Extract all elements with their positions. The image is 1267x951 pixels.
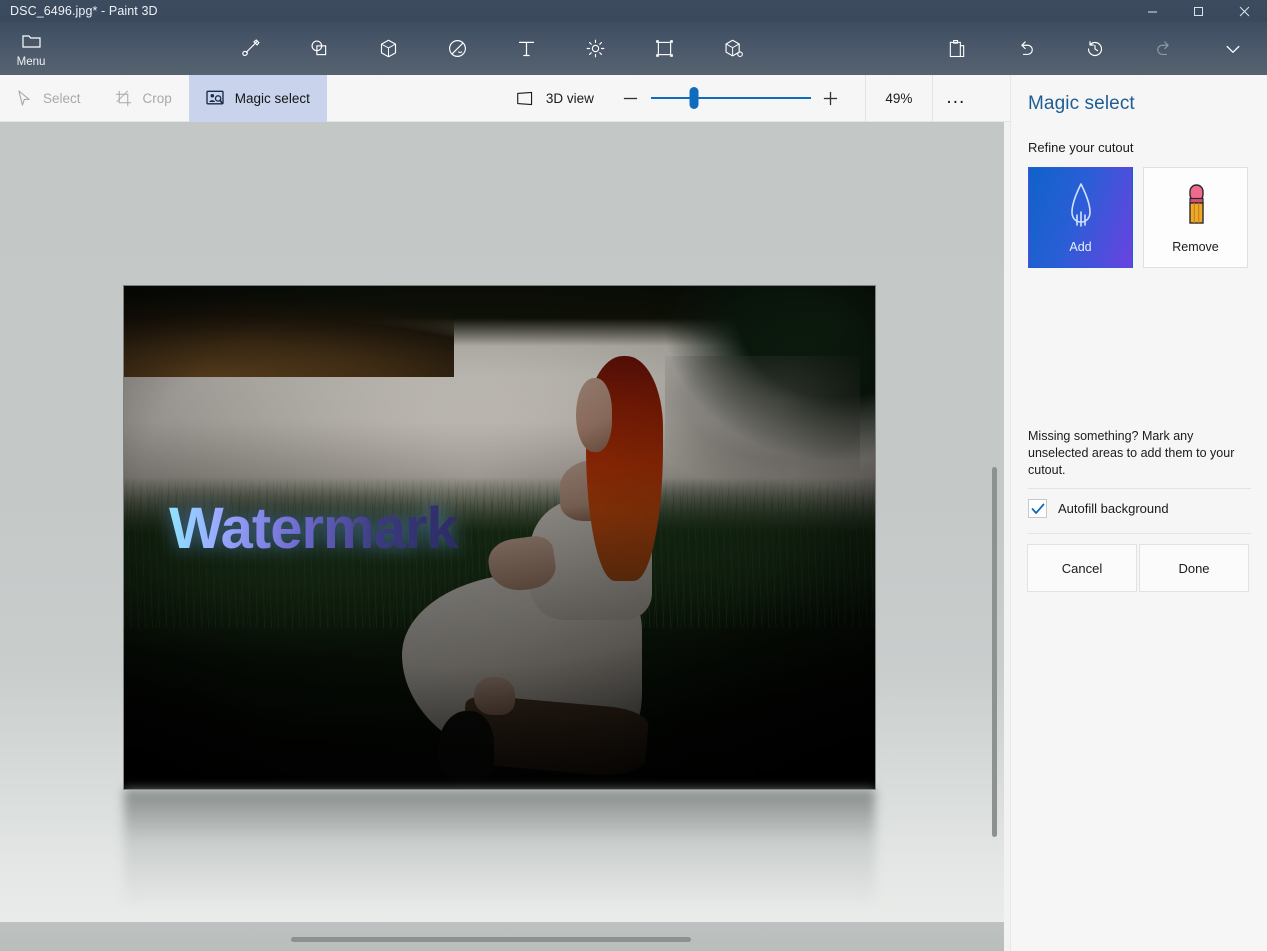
vertical-scrollbar[interactable] xyxy=(986,244,1004,951)
window-controls xyxy=(1129,0,1267,22)
remove-tool-label: Remove xyxy=(1172,240,1219,254)
pen-icon xyxy=(1064,181,1098,234)
chevron-down-icon[interactable] xyxy=(1198,22,1267,75)
canvas-container: Watermark xyxy=(124,286,875,909)
undo-icon[interactable] xyxy=(991,22,1060,75)
ribbon-tools xyxy=(216,22,768,75)
horizontal-scrollbar-thumb[interactable] xyxy=(291,937,691,942)
refine-tools-row: Add Remove xyxy=(1028,167,1250,268)
ribbon-toolbar: Menu xyxy=(0,22,1267,75)
image-canvas[interactable]: Watermark xyxy=(124,286,875,789)
done-button[interactable]: Done xyxy=(1139,544,1249,592)
sub-toolbar: Select Crop Magic select 3D view 49% ... xyxy=(0,74,1010,122)
magic-select-tool-button[interactable]: Magic select xyxy=(188,74,327,122)
add-tool-label: Add xyxy=(1069,240,1092,254)
zoom-slider[interactable] xyxy=(650,75,811,122)
zoom-controls xyxy=(611,75,851,122)
magic-select-icon xyxy=(206,90,224,106)
autofill-background-label: Autofill background xyxy=(1058,501,1169,516)
2d-shapes-icon[interactable] xyxy=(285,22,354,75)
text-icon[interactable] xyxy=(492,22,561,75)
cancel-button[interactable]: Cancel xyxy=(1027,544,1137,592)
window-title: DSC_6496.jpg* - Paint 3D xyxy=(10,4,158,18)
menu-button[interactable]: Menu xyxy=(0,22,62,75)
cursor-arrow-icon xyxy=(17,89,32,107)
ribbon-right-tools xyxy=(922,22,1267,75)
magic-select-tool-label: Magic select xyxy=(234,90,310,106)
redo-icon[interactable] xyxy=(1129,22,1198,75)
checkbox-box[interactable] xyxy=(1028,499,1047,518)
paste-icon[interactable] xyxy=(922,22,991,75)
close-button[interactable] xyxy=(1221,0,1267,22)
zoom-in-button[interactable] xyxy=(811,75,851,122)
zoom-slider-track xyxy=(650,97,811,99)
title-bar: DSC_6496.jpg* - Paint 3D xyxy=(0,0,1267,22)
effects-icon[interactable] xyxy=(561,22,630,75)
panel-divider-bottom xyxy=(1028,533,1251,534)
watermark-text[interactable]: Watermark xyxy=(169,495,459,562)
eraser-icon xyxy=(1179,181,1213,234)
add-tool-button[interactable]: Add xyxy=(1028,167,1133,268)
select-tool-button[interactable]: Select xyxy=(0,75,98,122)
panel-action-buttons: Cancel Done xyxy=(1027,544,1249,592)
3d-library-icon[interactable] xyxy=(699,22,768,75)
canvas-reflection xyxy=(124,789,875,909)
magic-select-panel: Magic select Refine your cutout Add Remo… xyxy=(1010,75,1267,951)
3d-view-button[interactable]: 3D view xyxy=(499,75,611,122)
panel-hint-text: Missing something? Mark any unselected a… xyxy=(1028,429,1235,477)
photo-content: Watermark xyxy=(124,286,875,789)
folder-icon xyxy=(21,33,41,54)
canvas-workspace[interactable]: Watermark xyxy=(0,122,1004,951)
restore-button[interactable] xyxy=(1175,0,1221,22)
3d-view-icon xyxy=(516,91,535,106)
crop-tool-button[interactable]: Crop xyxy=(98,75,189,122)
3d-view-label: 3D view xyxy=(545,90,594,106)
canvas-icon[interactable] xyxy=(630,22,699,75)
autofill-background-checkbox[interactable]: Autofill background xyxy=(1028,499,1169,518)
crop-tool-label: Crop xyxy=(142,90,172,106)
art-tools-icon[interactable] xyxy=(216,22,285,75)
panel-divider-top xyxy=(1028,488,1251,489)
3d-shapes-icon[interactable] xyxy=(354,22,423,75)
minimize-button[interactable] xyxy=(1129,0,1175,22)
history-icon[interactable] xyxy=(1060,22,1129,75)
checkmark-icon xyxy=(1031,503,1044,514)
zoom-out-button[interactable] xyxy=(611,75,651,122)
more-options-button[interactable]: ... xyxy=(933,75,979,122)
select-tool-label: Select xyxy=(43,90,81,106)
panel-title: Magic select xyxy=(1028,93,1135,114)
panel-subtitle: Refine your cutout xyxy=(1028,140,1134,155)
zoom-slider-thumb[interactable] xyxy=(689,87,699,109)
horizontal-scrollbar[interactable] xyxy=(0,922,1004,951)
vertical-scrollbar-thumb[interactable] xyxy=(992,467,997,837)
remove-tool-button[interactable]: Remove xyxy=(1143,167,1248,268)
menu-label: Menu xyxy=(16,55,46,68)
stickers-icon[interactable] xyxy=(423,22,492,75)
crop-icon xyxy=(115,90,132,107)
zoom-percent-label[interactable]: 49% xyxy=(864,74,933,122)
